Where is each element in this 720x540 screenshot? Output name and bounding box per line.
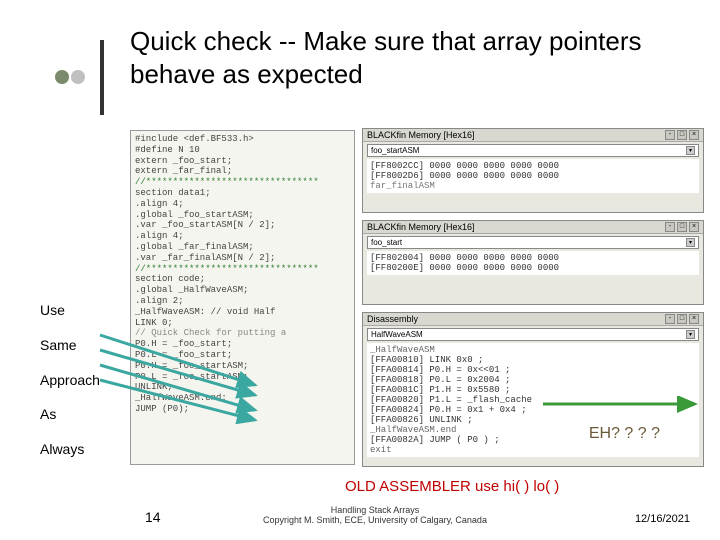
slide-number: 14: [145, 509, 161, 525]
dropdown-icon[interactable]: ▾: [686, 146, 695, 155]
footer-caption: Handling Stack Arrays Copyright M. Smith…: [235, 505, 515, 525]
close-icon[interactable]: ×: [689, 314, 699, 324]
slide-title: Quick check -- Make sure that array poin…: [130, 25, 690, 90]
maximize-icon[interactable]: □: [677, 130, 687, 140]
close-icon[interactable]: ×: [689, 130, 699, 140]
panel1-addr-bar[interactable]: foo_startASM: [371, 146, 419, 155]
panel2-title: BLACKfin Memory [Hex16]: [367, 222, 475, 232]
left-label-list: Use Same Approach As Always: [40, 295, 100, 469]
panel2-addr-bar[interactable]: foo_start: [371, 238, 402, 247]
panel1-body: [FF8002CC] 0000 0000 0000 0000 0000 [FF8…: [367, 159, 699, 193]
memory-panel-foo-start: BLACKfin Memory [Hex16] - □ × foo_start …: [362, 220, 704, 305]
panel1-title: BLACKfin Memory [Hex16]: [367, 130, 475, 140]
minimize-icon[interactable]: -: [665, 314, 675, 324]
dropdown-icon[interactable]: ▾: [686, 330, 695, 339]
panel3-title: Disassembly: [367, 314, 418, 324]
label-same: Same: [40, 330, 100, 361]
title-divider: [100, 40, 110, 115]
label-use: Use: [40, 295, 100, 326]
label-approach: Approach: [40, 365, 100, 396]
window-controls: - □ ×: [665, 130, 699, 140]
window-controls: - □ ×: [665, 222, 699, 232]
footer-date: 12/16/2021: [635, 513, 690, 525]
decorative-dots: [55, 70, 85, 89]
eh-callout: EH? ? ? ?: [589, 425, 660, 443]
window-controls: - □ ×: [665, 314, 699, 324]
maximize-icon[interactable]: □: [677, 314, 687, 324]
label-always: Always: [40, 434, 100, 465]
disassembly-panel: Disassembly - □ × HalfWaveASM ▾ _HalfWav…: [362, 312, 704, 467]
label-as: As: [40, 399, 100, 430]
dropdown-icon[interactable]: ▾: [686, 238, 695, 247]
panel2-body: [FF802004] 0000 0000 0000 0000 0000 [FF8…: [367, 251, 699, 275]
old-assembler-note: OLD ASSEMBLER use hi( ) lo( ): [345, 478, 559, 495]
source-code-pane: #include <def.BF533.h> #define N 10 exte…: [130, 130, 355, 465]
memory-panel-foo-startasm: BLACKfin Memory [Hex16] - □ × foo_startA…: [362, 128, 704, 213]
minimize-icon[interactable]: -: [665, 222, 675, 232]
close-icon[interactable]: ×: [689, 222, 699, 232]
maximize-icon[interactable]: □: [677, 222, 687, 232]
panel3-addr-bar[interactable]: HalfWaveASM: [371, 330, 423, 339]
minimize-icon[interactable]: -: [665, 130, 675, 140]
